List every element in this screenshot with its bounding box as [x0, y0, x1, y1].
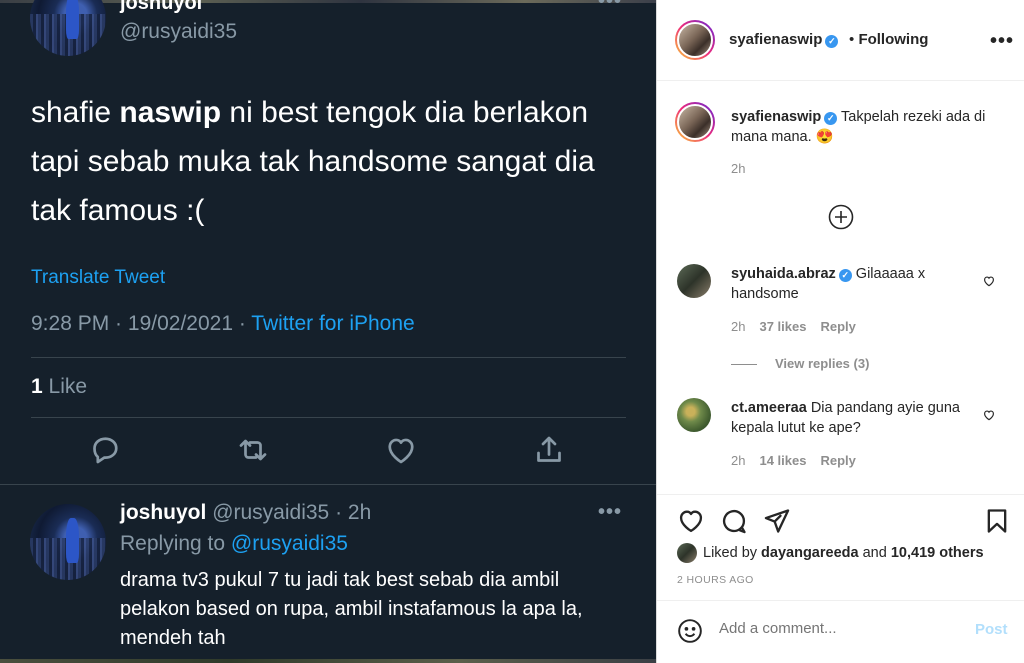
reply-author-name[interactable]: joshuyol — [120, 501, 206, 524]
tweet-text: shafie naswip ni best tengok dia berlako… — [31, 96, 595, 227]
replying-to-link[interactable]: @rusyaidi35 — [231, 532, 348, 555]
divider — [31, 417, 626, 418]
tweet-author-avatar[interactable] — [30, 0, 106, 56]
share-direct-icon[interactable] — [763, 507, 791, 535]
comment-text: ct.ameeraa Dia pandang ayie guna kepala … — [731, 400, 960, 436]
more-options-icon[interactable]: ••• — [598, 0, 622, 13]
emoji-icon[interactable] — [677, 618, 703, 644]
retweet-icon[interactable] — [235, 432, 271, 468]
tweet-panel: joshuyol @rusyaidi35 ••• shafie naswip n… — [0, 0, 656, 663]
translate-tweet-link[interactable]: Translate Tweet — [31, 267, 165, 289]
tweet-source-link[interactable]: Twitter for iPhone — [251, 312, 414, 335]
post-author-username[interactable]: syafienaswip ✓ — [729, 31, 839, 48]
comment-likes-link[interactable]: 14 likes — [759, 453, 806, 468]
comment-icon[interactable] — [720, 507, 748, 535]
liked-by-text[interactable]: Liked by dayangareeda and 10,419 others — [703, 545, 984, 561]
instagram-panel: syafienaswip ✓ • Following ••• syafienasw… — [656, 0, 1024, 663]
reply-author-handle[interactable]: @rusyaidi35 — [212, 501, 329, 524]
comment-like-icon[interactable] — [982, 274, 996, 288]
comment-avatar[interactable] — [677, 398, 711, 432]
comment-like-icon[interactable] — [982, 408, 996, 422]
background-strip — [0, 659, 656, 663]
tweet-author-name[interactable]: joshuyol — [120, 0, 202, 15]
like-icon[interactable] — [677, 507, 705, 535]
reply-header: joshuyol @rusyaidi35 · 2h — [120, 501, 372, 524]
comment-username[interactable]: ct.ameeraa — [731, 400, 807, 416]
more-options-icon[interactable]: ••• — [990, 30, 1014, 53]
divider — [0, 484, 656, 485]
divider — [657, 600, 1024, 601]
post-timestamp: 2 HOURS AGO — [677, 574, 754, 586]
add-comment-input[interactable] — [719, 620, 959, 637]
verified-badge-icon: ✓ — [824, 112, 838, 125]
reply-icon[interactable] — [87, 432, 123, 468]
divider — [657, 494, 1024, 495]
following-status[interactable]: • Following — [849, 31, 928, 48]
verified-badge-icon: ✓ — [838, 269, 852, 282]
caption-age: 2h — [731, 161, 746, 176]
reply-author-avatar[interactable] — [30, 504, 106, 580]
comment-likes-link[interactable]: 37 likes — [759, 319, 806, 334]
like-icon[interactable] — [383, 432, 419, 468]
tweet-author-handle[interactable]: @rusyaidi35 — [120, 20, 237, 44]
liked-by-avatar[interactable] — [677, 543, 697, 563]
tweet-likes[interactable]: 1 Like — [31, 375, 87, 399]
reply-age: 2h — [347, 501, 372, 524]
divider — [31, 357, 626, 358]
load-more-comments-icon[interactable] — [828, 204, 854, 230]
caption-author-avatar[interactable] — [675, 102, 715, 142]
share-icon[interactable] — [531, 432, 567, 468]
caption-username[interactable]: syafienaswip — [731, 109, 821, 125]
comment-avatar[interactable] — [677, 264, 711, 298]
divider — [731, 364, 757, 365]
post-author-avatar[interactable] — [675, 20, 715, 60]
comment-reply-link[interactable]: Reply — [820, 319, 855, 334]
tweet-timestamp: 9:28 PM · 19/02/2021 · Twitter for iPhon… — [31, 312, 415, 335]
more-options-icon[interactable]: ••• — [598, 501, 622, 524]
verified-badge-icon: ✓ — [825, 35, 839, 48]
replying-to: Replying to @rusyaidi35 — [120, 532, 348, 555]
comment-username[interactable]: syuhaida.abraz — [731, 266, 836, 282]
comment-text: syuhaida.abraz ✓ Gilaaaaa x handsome — [731, 266, 926, 302]
save-bookmark-icon[interactable] — [983, 507, 1011, 535]
divider — [657, 80, 1024, 81]
reply-text: drama tv3 pukul 7 tu jadi tak best sebab… — [120, 569, 583, 649]
caption: syafienaswip ✓ Takpelah rezeki ada di man… — [731, 109, 986, 145]
view-replies-link[interactable]: View replies (3) — [775, 356, 869, 371]
tweet-bold-word: naswip — [119, 96, 222, 129]
post-comment-button[interactable]: Post — [975, 621, 1008, 638]
comment-reply-link[interactable]: Reply — [820, 453, 855, 468]
comment-meta: 2h 14 likes Reply — [731, 453, 856, 468]
comment-meta: 2h 37 likes Reply — [731, 319, 856, 334]
